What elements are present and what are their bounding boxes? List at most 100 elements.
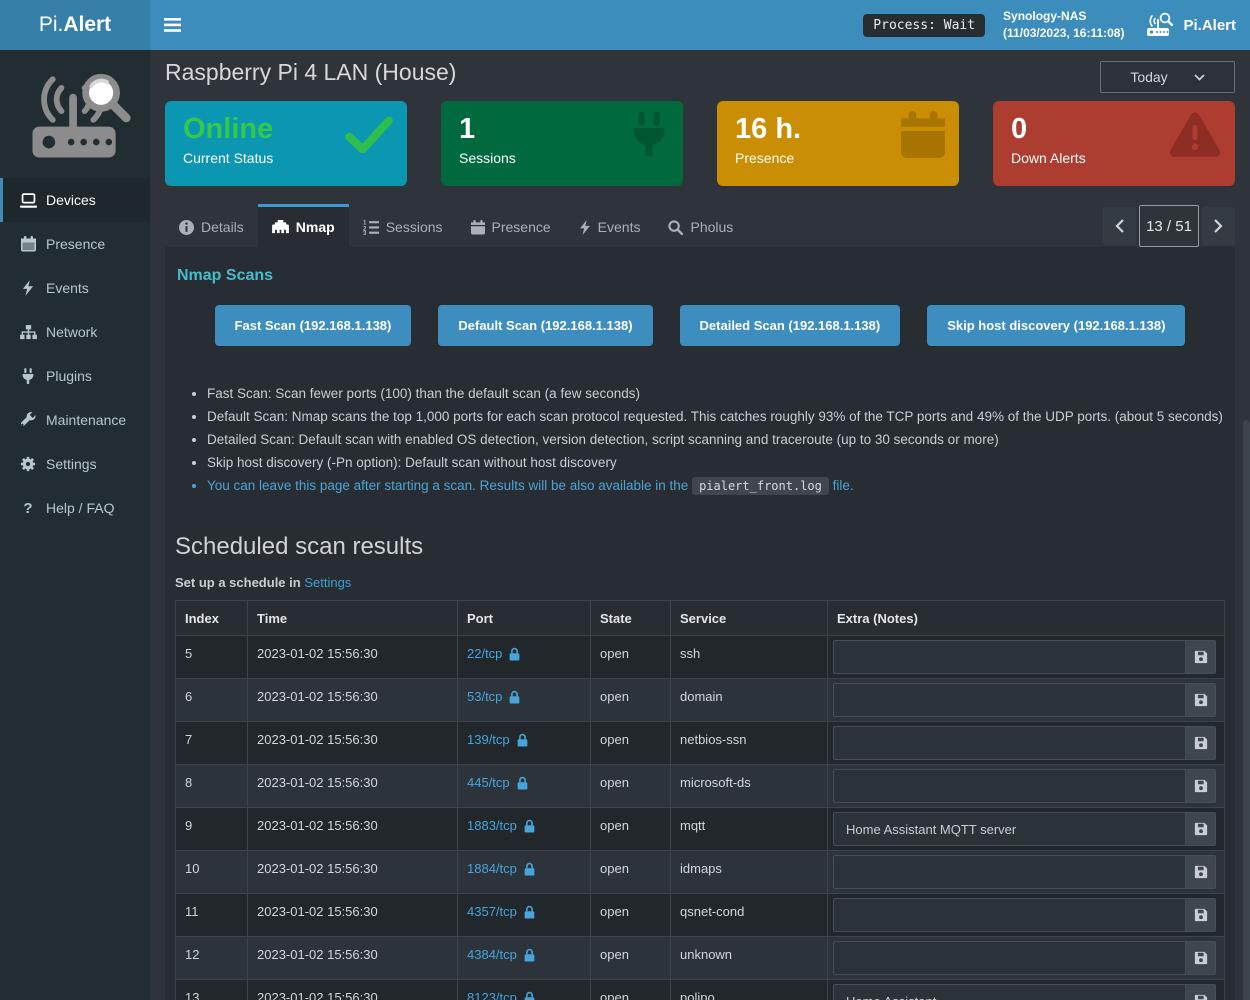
- port-label: 1883/tcp: [467, 818, 517, 833]
- cell-state: open: [591, 937, 671, 980]
- table-row: 13 2023-01-02 15:56:30 8123/tcp open pol…: [176, 980, 1225, 1000]
- tab-sessions[interactable]: 123 Sessions: [349, 207, 457, 247]
- tab-label: Sessions: [386, 219, 443, 235]
- sidebar-item-help[interactable]: ? Help / FAQ: [0, 486, 150, 530]
- tab-presence[interactable]: Presence: [457, 207, 565, 247]
- sidebar-item-settings[interactable]: Settings: [0, 442, 150, 486]
- cell-state: open: [591, 980, 671, 1000]
- skip-host-discovery-button[interactable]: Skip host discovery (192.168.1.138): [927, 305, 1185, 346]
- sidebar-item-maintenance[interactable]: Maintenance: [0, 398, 150, 442]
- port-label: 53/tcp: [467, 689, 502, 704]
- port-link[interactable]: 445/tcp: [467, 775, 529, 790]
- cell-index: 9: [176, 808, 248, 851]
- status-cards: Online Current Status 1 Sessions 16 h. P…: [165, 101, 1235, 186]
- sidebar-item-devices[interactable]: Devices: [0, 178, 150, 222]
- port-link[interactable]: 53/tcp: [467, 689, 521, 704]
- scan-results-table: Index Time Port State Service Extra (Not…: [175, 600, 1225, 1000]
- log-filename-code: pialert_front.log: [692, 477, 829, 495]
- port-link[interactable]: 8123/tcp: [467, 990, 536, 1000]
- cell-time: 2023-01-02 15:56:30: [248, 765, 458, 808]
- sidebar-item-network[interactable]: Network: [0, 310, 150, 354]
- main-content: Raspberry Pi 4 LAN (House) Today Online …: [150, 50, 1250, 1000]
- lock-icon: [523, 948, 536, 962]
- table-row: 10 2023-01-02 15:56:30 1884/tcp open idm…: [176, 851, 1225, 894]
- tab-events[interactable]: Events: [565, 207, 655, 247]
- device-pager: 13 / 51: [1103, 205, 1235, 247]
- gear-icon: [19, 456, 37, 472]
- default-scan-button[interactable]: Default Scan (192.168.1.138): [438, 305, 652, 346]
- tab-pholus[interactable]: Pholus: [654, 207, 747, 247]
- sidebar-item-events[interactable]: Events: [0, 266, 150, 310]
- tab-label: Details: [201, 219, 244, 235]
- host-timestamp: (11/03/2023, 16:11:08): [1003, 25, 1124, 42]
- note-input[interactable]: [834, 727, 1185, 759]
- save-note-button[interactable]: [1185, 856, 1215, 888]
- cell-index: 5: [176, 636, 248, 679]
- check-icon: [345, 117, 393, 153]
- period-select[interactable]: Today: [1100, 61, 1235, 93]
- page-scrollbar[interactable]: [1243, 420, 1250, 1000]
- note-input[interactable]: [834, 985, 1185, 1000]
- router-scan-icon: [1142, 12, 1174, 38]
- save-note-button[interactable]: [1185, 641, 1215, 673]
- col-header-extra: Extra (Notes): [828, 601, 1225, 636]
- port-label: 22/tcp: [467, 646, 502, 661]
- chevron-left-icon: [1115, 219, 1124, 233]
- col-header-index: Index: [176, 601, 248, 636]
- note-input[interactable]: [834, 684, 1185, 716]
- note-input[interactable]: [834, 942, 1185, 974]
- port-link[interactable]: 4357/tcp: [467, 904, 536, 919]
- fast-scan-button[interactable]: Fast Scan (192.168.1.138): [215, 305, 412, 346]
- scan-note: Default Scan: Nmap scans the top 1,000 p…: [207, 409, 1225, 424]
- save-note-button[interactable]: [1185, 899, 1215, 931]
- note-input[interactable]: [834, 813, 1185, 845]
- port-link[interactable]: 139/tcp: [467, 732, 529, 747]
- tab-nmap[interactable]: Nmap: [258, 204, 349, 247]
- note-input[interactable]: [834, 641, 1185, 673]
- port-link[interactable]: 22/tcp: [467, 646, 521, 661]
- tab-label: Presence: [492, 219, 551, 235]
- info-circle-icon: [179, 220, 194, 235]
- sidebar-item-label: Presence: [46, 236, 105, 252]
- save-note-button[interactable]: [1185, 727, 1215, 759]
- cell-service: ssh: [671, 636, 828, 679]
- port-link[interactable]: 4384/tcp: [467, 947, 536, 962]
- floppy-save-icon: [1194, 865, 1208, 879]
- next-device-button[interactable]: [1202, 207, 1235, 245]
- host-info: Synology-NAS (11/03/2023, 16:11:08): [1003, 8, 1124, 43]
- status-card-down-alerts[interactable]: 0 Down Alerts: [993, 101, 1235, 186]
- app-logo[interactable]: Pi.Alert: [0, 0, 150, 50]
- search-icon: [668, 220, 683, 235]
- note-input[interactable]: [834, 856, 1185, 888]
- lock-icon: [523, 991, 536, 1000]
- navbar-brand-right[interactable]: Pi.Alert: [1142, 12, 1236, 38]
- cell-service: microsoft-ds: [671, 765, 828, 808]
- tab-label: Nmap: [296, 219, 335, 235]
- note-input[interactable]: [834, 899, 1185, 931]
- sidebar-toggle-button[interactable]: [150, 0, 195, 50]
- col-header-time: Time: [248, 601, 458, 636]
- floppy-save-icon: [1194, 822, 1208, 836]
- save-note-button[interactable]: [1185, 684, 1215, 716]
- status-card-sessions[interactable]: 1 Sessions: [441, 101, 683, 186]
- sidebar-item-plugins[interactable]: Plugins: [0, 354, 150, 398]
- port-link[interactable]: 1883/tcp: [467, 818, 536, 833]
- save-note-button[interactable]: [1185, 942, 1215, 974]
- svg-text:3: 3: [363, 230, 367, 235]
- save-note-button[interactable]: [1185, 985, 1215, 1000]
- log-hint-suffix: file.: [833, 478, 854, 493]
- cell-time: 2023-01-02 15:56:30: [248, 980, 458, 1000]
- prev-device-button[interactable]: [1103, 207, 1136, 245]
- sidebar: Devices Presence Events Network Plugins …: [0, 50, 150, 1000]
- status-card-presence[interactable]: 16 h. Presence: [717, 101, 959, 186]
- port-link[interactable]: 1884/tcp: [467, 861, 536, 876]
- detailed-scan-button[interactable]: Detailed Scan (192.168.1.138): [680, 305, 901, 346]
- cell-index: 13: [176, 980, 248, 1000]
- settings-link[interactable]: Settings: [304, 575, 351, 590]
- save-note-button[interactable]: [1185, 770, 1215, 802]
- tab-details[interactable]: Details: [165, 207, 258, 247]
- sidebar-item-presence[interactable]: Presence: [0, 222, 150, 266]
- save-note-button[interactable]: [1185, 813, 1215, 845]
- status-card-current-status[interactable]: Online Current Status: [165, 101, 407, 186]
- note-input[interactable]: [834, 770, 1185, 802]
